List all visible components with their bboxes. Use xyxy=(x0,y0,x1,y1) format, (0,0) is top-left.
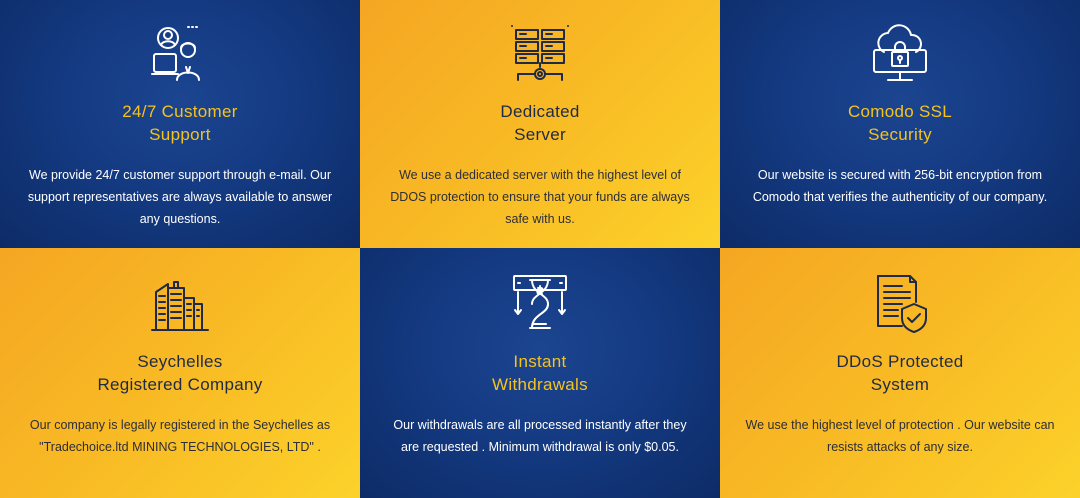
feature-description: Our company is legally registered in the… xyxy=(29,418,331,454)
feature-title: DDoS Protected System xyxy=(720,350,1080,396)
feature-description: We provide 24/7 customer support through… xyxy=(27,168,333,226)
customer-support-icon xyxy=(151,26,200,81)
feature-title-line2: Security xyxy=(868,125,932,144)
feature-title-line1: DDoS Protected xyxy=(836,352,964,371)
company-building-icon xyxy=(151,281,209,331)
feature-title-line2: Registered Company xyxy=(97,375,263,394)
features-grid: 24/7 Customer Support We provide 24/7 cu… xyxy=(0,0,1080,498)
feature-title-line2: System xyxy=(870,375,930,394)
feature-card-ddos-protected: DDoS Protected System We use the highest… xyxy=(720,248,1080,498)
ddos-shield-icon xyxy=(877,275,927,333)
feature-title: Dedicated Server xyxy=(360,100,720,146)
feature-card-customer-support: 24/7 Customer Support We provide 24/7 cu… xyxy=(0,0,360,248)
instant-withdrawal-icon xyxy=(513,275,567,329)
feature-title-line2: Withdrawals xyxy=(492,375,588,394)
feature-title-line1: Comodo SSL xyxy=(847,102,953,121)
feature-card-instant-withdrawals: Instant Withdrawals Our withdrawals are … xyxy=(360,248,720,498)
feature-title-line1: Instant xyxy=(513,352,567,371)
feature-title: Instant Withdrawals xyxy=(360,350,720,396)
feature-title-line2: Support xyxy=(149,125,211,144)
ssl-lock-icon xyxy=(873,24,927,81)
server-icon xyxy=(511,25,569,81)
feature-title: 24/7 Customer Support xyxy=(0,100,360,146)
feature-title-line1: Dedicated xyxy=(500,102,580,121)
feature-title-line1: Seychelles xyxy=(137,352,223,371)
feature-title-line1: 24/7 Customer xyxy=(122,102,238,121)
feature-card-comodo-ssl: Comodo SSL Security Our website is secur… xyxy=(720,0,1080,248)
feature-description: Our withdrawals are all processed instan… xyxy=(393,418,687,454)
feature-title: Comodo SSL Security xyxy=(720,100,1080,146)
feature-description: Our website is secured with 256-bit encr… xyxy=(752,168,1048,204)
feature-title: Seychelles Registered Company xyxy=(0,350,360,396)
feature-description: We use the highest level of protection .… xyxy=(745,418,1055,454)
feature-title-line2: Server xyxy=(514,125,566,144)
feature-card-registered-company: Seychelles Registered Company Our compan… xyxy=(0,248,360,498)
feature-card-dedicated-server: Dedicated Server We use a dedicated serv… xyxy=(360,0,720,248)
feature-description: We use a dedicated server with the highe… xyxy=(390,168,690,226)
